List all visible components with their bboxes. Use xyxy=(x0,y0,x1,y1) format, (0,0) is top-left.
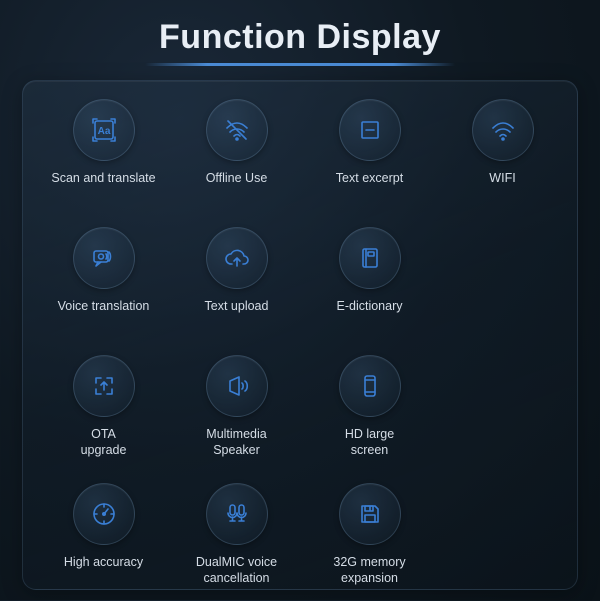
feature-label: Scan and translate xyxy=(51,171,155,187)
feature-label: High accuracy xyxy=(64,555,143,571)
feature-text-upload: Text upload xyxy=(174,227,299,345)
feature-label: 32G memoryexpansion xyxy=(333,555,405,586)
features-grid: Scan and translate Offline Use Text excerp… xyxy=(41,99,565,601)
feature-storage-expansion: 32G memoryexpansion xyxy=(307,483,432,601)
feature-text-excerpt: Text excerpt xyxy=(307,99,432,217)
page-title: Function Display xyxy=(0,0,600,57)
feature-multimedia-speaker: MultimediaSpeaker xyxy=(174,355,299,473)
feature-label: WIFI xyxy=(489,171,515,187)
empty-cell xyxy=(440,483,565,601)
wifi-off-icon xyxy=(206,99,268,161)
empty-cell xyxy=(440,355,565,473)
feature-label: Offline Use xyxy=(206,171,268,187)
feature-label: MultimediaSpeaker xyxy=(206,427,266,458)
dictionary-icon xyxy=(339,227,401,289)
feature-offline-use: Offline Use xyxy=(174,99,299,217)
feature-label: DualMIC voicecancellation xyxy=(196,555,277,586)
feature-label: E-dictionary xyxy=(337,299,403,315)
feature-e-dictionary: E-dictionary xyxy=(307,227,432,345)
dual-mic-icon xyxy=(206,483,268,545)
wifi-icon xyxy=(472,99,534,161)
title-underline xyxy=(145,63,455,66)
cloud-upload-icon xyxy=(206,227,268,289)
screen-icon xyxy=(339,355,401,417)
feature-label: Text upload xyxy=(205,299,269,315)
feature-hd-screen: HD largescreen xyxy=(307,355,432,473)
feature-scan-translate: Scan and translate xyxy=(41,99,166,217)
empty-cell xyxy=(440,227,565,345)
feature-dual-mic: DualMIC voicecancellation xyxy=(174,483,299,601)
feature-high-accuracy: High accuracy xyxy=(41,483,166,601)
feature-label: Text excerpt xyxy=(336,171,403,187)
feature-label: Voice translation xyxy=(58,299,150,315)
feature-label: OTAupgrade xyxy=(81,427,127,458)
feature-wifi: WIFI xyxy=(440,99,565,217)
scan-translate-icon xyxy=(73,99,135,161)
voice-translation-icon xyxy=(73,227,135,289)
features-panel: Scan and translate Offline Use Text excerp… xyxy=(22,80,578,590)
feature-ota-upgrade: OTAupgrade xyxy=(41,355,166,473)
storage-icon xyxy=(339,483,401,545)
ota-upgrade-icon xyxy=(73,355,135,417)
text-excerpt-icon xyxy=(339,99,401,161)
feature-voice-translation: Voice translation xyxy=(41,227,166,345)
feature-label: HD largescreen xyxy=(345,427,394,458)
speaker-icon xyxy=(206,355,268,417)
accuracy-icon xyxy=(73,483,135,545)
